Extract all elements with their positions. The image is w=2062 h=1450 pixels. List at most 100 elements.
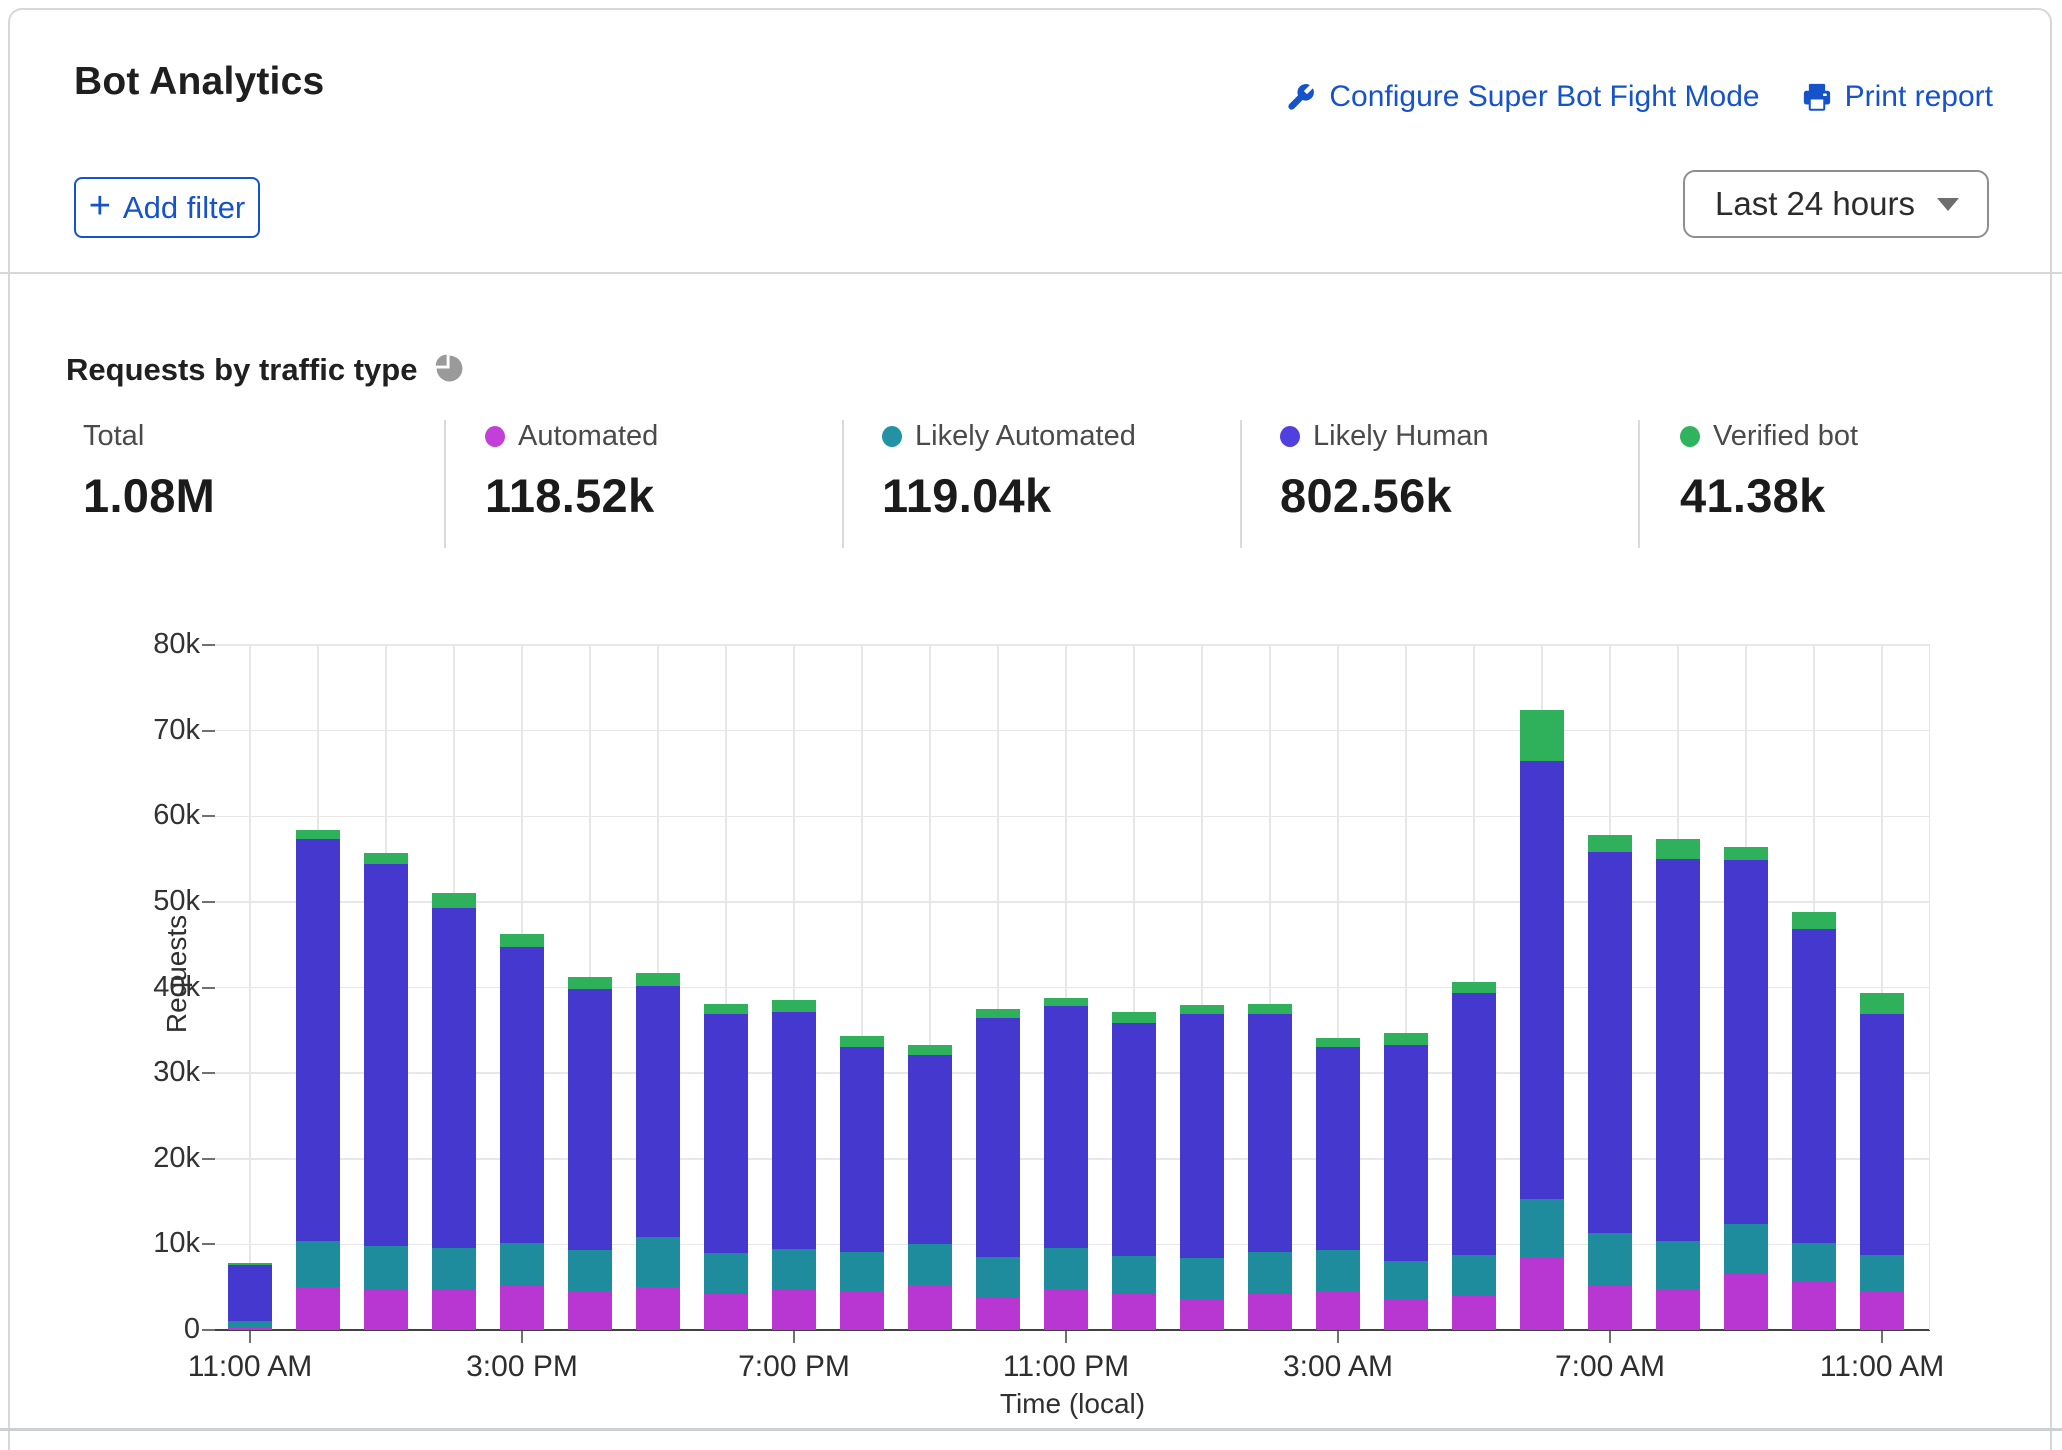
configure-link-label: Configure Super Bot Fight Mode [1329, 80, 1759, 114]
bar-9:00 PM[interactable] [908, 645, 952, 1330]
bar-11:00 PM[interactable] [1044, 645, 1088, 1330]
bar-1:00 PM[interactable] [364, 645, 408, 1330]
bar-segment-verified-bot [1588, 835, 1632, 852]
y-tick-mark [202, 1072, 215, 1074]
bar-segment-verified-bot [1656, 839, 1700, 860]
bar-segment-verified-bot [1180, 1005, 1224, 1014]
bar-8:00 AM[interactable] [1656, 645, 1700, 1330]
bar-segment-likely-automated [500, 1243, 544, 1287]
bar-9:00 AM[interactable] [1724, 645, 1768, 1330]
stat-verified-bot-value: 41.38k [1680, 468, 1858, 523]
bar-segment-automated [704, 1294, 748, 1330]
bar-segment-automated [500, 1286, 544, 1330]
x-tick-mark [521, 1331, 523, 1343]
bar-12:00 PM[interactable] [296, 645, 340, 1330]
bar-4:00 AM[interactable] [1384, 645, 1428, 1330]
bar-7:00 AM[interactable] [1588, 645, 1632, 1330]
page-title: Bot Analytics [74, 60, 324, 104]
configure-super-bot-fight-mode-link[interactable]: Configure Super Bot Fight Mode [1285, 80, 1759, 114]
bar-3:00 AM[interactable] [1316, 645, 1360, 1330]
stat-likely-human: Likely Human 802.56k [1280, 420, 1489, 523]
bar-3:00 PM[interactable] [500, 645, 544, 1330]
bar-6:00 PM[interactable] [704, 645, 748, 1330]
bar-segment-likely-automated [1384, 1261, 1428, 1300]
bar-segment-likely-human [636, 986, 680, 1237]
y-tick-label: 0 [120, 1313, 200, 1346]
add-filter-button[interactable]: + Add filter [74, 177, 260, 238]
bar-segment-likely-automated [840, 1252, 884, 1291]
bar-2:00 AM[interactable] [1248, 645, 1292, 1330]
y-tick-label: 10k [120, 1227, 200, 1260]
printer-icon [1802, 82, 1832, 112]
stat-likely-automated-label: Likely Automated [915, 420, 1136, 453]
bar-segment-automated [568, 1291, 612, 1330]
bar-segment-automated [840, 1291, 884, 1330]
y-tick-mark [202, 901, 215, 903]
bar-segment-verified-bot [840, 1036, 884, 1047]
bar-segment-automated [1248, 1294, 1292, 1330]
x-tick-mark [1881, 1331, 1883, 1343]
bar-segment-verified-bot [1112, 1012, 1156, 1023]
stat-likely-human-value: 802.56k [1280, 468, 1489, 523]
bar-segment-likely-human [1044, 1006, 1088, 1247]
bar-segment-likely-human [296, 839, 340, 1241]
x-tick-mark [1337, 1331, 1339, 1343]
bar-segment-likely-human [228, 1265, 272, 1322]
bar-6:00 AM[interactable] [1520, 645, 1564, 1330]
x-tick-label: 11:00 AM [1772, 1350, 1992, 1384]
bar-segment-verified-bot [1792, 912, 1836, 929]
stat-divider [1638, 420, 1640, 548]
add-filter-label: Add filter [123, 190, 245, 226]
bar-segment-likely-automated [1724, 1224, 1768, 1275]
bar-segment-likely-automated [1860, 1255, 1904, 1292]
bar-8:00 PM[interactable] [840, 645, 884, 1330]
y-tick-label: 60k [120, 799, 200, 832]
bar-5:00 AM[interactable] [1452, 645, 1496, 1330]
stat-total-value: 1.08M [83, 468, 215, 523]
bar-10:00 PM[interactable] [976, 645, 1020, 1330]
bar-segment-verified-bot [1316, 1038, 1360, 1047]
print-link-label: Print report [1845, 80, 1993, 114]
bar-1:00 AM[interactable] [1180, 645, 1224, 1330]
time-range-select[interactable]: Last 24 hours [1683, 170, 1989, 238]
x-tick-label: 11:00 PM [956, 1350, 1176, 1384]
bar-segment-likely-automated [1180, 1258, 1224, 1299]
header-divider [0, 272, 2062, 274]
bar-segment-likely-human [1520, 761, 1564, 1199]
bar-segment-automated [228, 1327, 272, 1330]
bar-segment-likely-human [432, 908, 476, 1248]
bar-segment-likely-automated [432, 1248, 476, 1290]
bar-segment-automated [1724, 1274, 1768, 1330]
x-tick-label: 7:00 AM [1500, 1350, 1720, 1384]
bar-segment-automated [1316, 1291, 1360, 1330]
stat-verified-bot: Verified bot 41.38k [1680, 420, 1858, 523]
print-report-link[interactable]: Print report [1802, 80, 1993, 114]
bar-5:00 PM[interactable] [636, 645, 680, 1330]
bar-segment-verified-bot [1248, 1004, 1292, 1014]
v-gridline [1929, 645, 1931, 1330]
chevron-down-icon [1937, 198, 1959, 211]
bar-segment-likely-human [568, 989, 612, 1250]
likely-automated-dot [882, 426, 902, 447]
bar-12:00 AM[interactable] [1112, 645, 1156, 1330]
bar-segment-likely-automated [636, 1237, 680, 1288]
stat-divider [842, 420, 844, 548]
automated-dot [485, 426, 505, 447]
stat-likely-automated-value: 119.04k [882, 468, 1136, 523]
bar-2:00 PM[interactable] [432, 645, 476, 1330]
stat-automated: Automated 118.52k [485, 420, 658, 523]
bar-segment-likely-automated [1316, 1250, 1360, 1291]
bar-7:00 PM[interactable] [772, 645, 816, 1330]
bar-segment-likely-automated [772, 1249, 816, 1290]
bar-4:00 PM[interactable] [568, 645, 612, 1330]
bar-11:00 AM[interactable] [228, 645, 272, 1330]
bar-11:00 AM[interactable] [1860, 645, 1904, 1330]
y-tick-label: 70k [120, 714, 200, 747]
bar-segment-verified-bot [908, 1045, 952, 1055]
bar-segment-likely-human [1724, 860, 1768, 1224]
x-tick-mark [1609, 1331, 1611, 1343]
bar-10:00 AM[interactable] [1792, 645, 1836, 1330]
bar-segment-likely-automated [976, 1257, 1020, 1298]
bar-segment-likely-automated [364, 1246, 408, 1290]
x-tick-mark [1065, 1331, 1067, 1343]
